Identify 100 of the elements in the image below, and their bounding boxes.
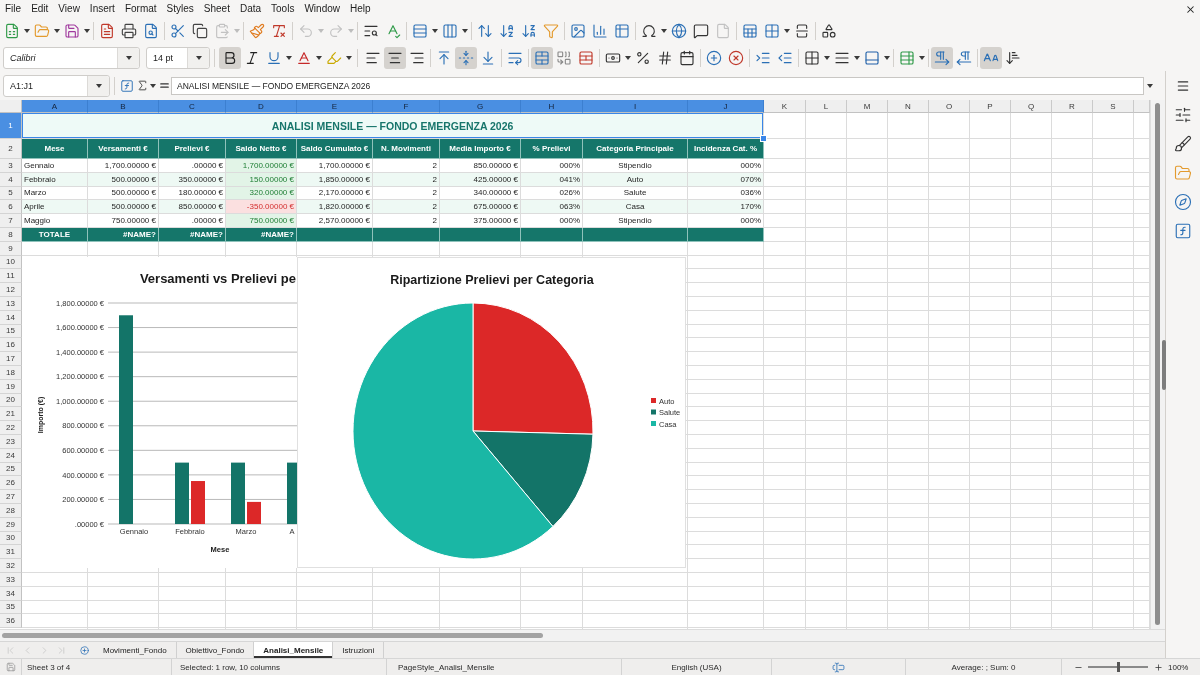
row-header[interactable]: 2 xyxy=(0,139,22,159)
row-header[interactable]: 31 xyxy=(0,545,22,560)
menu-item[interactable]: Tools xyxy=(266,1,300,17)
menu-item[interactable]: View xyxy=(53,1,85,17)
font-size-combobox[interactable]: 14 pt xyxy=(146,46,210,69)
row-header[interactable]: 7 xyxy=(0,214,22,228)
row-header[interactable]: 26 xyxy=(0,476,22,491)
column-header[interactable]: E xyxy=(297,100,373,113)
caret-down-icon xyxy=(286,55,292,60)
sidebar-grip[interactable] xyxy=(1162,340,1166,390)
caret-down-icon xyxy=(854,55,860,60)
calendar-icon xyxy=(679,49,695,66)
x-circle-icon xyxy=(728,49,744,66)
table-cell: -350.00000 € xyxy=(226,200,297,215)
merge-cells-icon xyxy=(534,49,550,66)
status-text: PageStyle_Analisi_Mensile xyxy=(398,662,495,672)
caret-down-icon xyxy=(316,55,322,60)
row-header[interactable]: 27 xyxy=(0,490,22,504)
status-text: English (USA) xyxy=(671,662,722,672)
menu-item[interactable]: File xyxy=(0,1,27,17)
dropdown-button[interactable] xyxy=(187,47,209,68)
table-cell: 675.00000 € xyxy=(440,200,521,215)
row-header[interactable]: 21 xyxy=(0,407,22,422)
column-header[interactable]: G xyxy=(440,100,521,113)
caret-down-icon xyxy=(84,29,90,33)
menu-item[interactable]: Format xyxy=(119,1,162,17)
brush-icon[interactable] xyxy=(1174,135,1192,153)
column-header[interactable]: P xyxy=(970,100,1011,113)
column-header[interactable]: Q xyxy=(1011,100,1052,113)
function-icon[interactable] xyxy=(120,78,134,93)
row-header[interactable]: 36 xyxy=(0,614,22,629)
row-header[interactable]: 11 xyxy=(0,269,22,284)
column-header[interactable]: N xyxy=(888,100,929,113)
column-header[interactable]: C xyxy=(159,100,226,113)
menu-icon[interactable] xyxy=(1176,78,1190,93)
menu-item[interactable]: Window xyxy=(299,1,345,17)
left-to-right-button[interactable] xyxy=(931,46,953,69)
caret-down-icon xyxy=(661,29,667,33)
caret-down-icon xyxy=(919,55,925,60)
percent-icon xyxy=(635,49,651,66)
column-header[interactable]: B xyxy=(88,100,159,113)
compass-icon[interactable] xyxy=(1174,193,1192,211)
menu-item[interactable]: Styles xyxy=(161,1,199,17)
menu-item[interactable]: Sheet xyxy=(198,1,235,17)
menu-item[interactable]: Help xyxy=(345,1,376,17)
merge-center-button[interactable] xyxy=(531,46,553,69)
column-header[interactable]: I xyxy=(583,100,688,113)
column-header[interactable]: L xyxy=(806,100,847,113)
zoom-percent: 100% xyxy=(1168,662,1189,672)
sheet-tab[interactable]: Analisi_Mensile xyxy=(254,642,334,658)
scrollbar-thumb[interactable] xyxy=(1155,103,1160,625)
row-header[interactable]: 3 xyxy=(0,159,22,173)
close-icon[interactable] xyxy=(1185,3,1196,15)
scrollbar-thumb[interactable] xyxy=(2,633,543,638)
row-header[interactable]: 16 xyxy=(0,338,22,353)
row-header[interactable]: 6 xyxy=(0,200,22,215)
column-header[interactable]: A xyxy=(22,100,88,113)
column-header[interactable]: H xyxy=(521,100,583,113)
column-header[interactable]: J xyxy=(688,100,764,113)
align-middle-button[interactable] xyxy=(455,46,477,69)
header-cell: Saldo Cumulato € xyxy=(297,139,373,159)
text-cursor-icon[interactable] xyxy=(832,660,845,674)
column-header[interactable]: O xyxy=(929,100,970,113)
column-header[interactable]: R xyxy=(1052,100,1093,113)
chart-title: Ripartizione Prelievi per Categoria xyxy=(390,273,594,287)
table-cell: 2 xyxy=(373,200,440,215)
row-header[interactable]: 22 xyxy=(0,421,22,435)
status-text: Sheet 3 of 4 xyxy=(27,662,71,672)
bold-button[interactable] xyxy=(219,46,241,69)
text-orientation-button[interactable] xyxy=(980,46,1002,69)
sliders-icon[interactable] xyxy=(1174,106,1192,124)
slider-thumb[interactable] xyxy=(1117,662,1120,672)
dropdown-button[interactable] xyxy=(117,47,139,68)
fill-handle[interactable] xyxy=(760,135,767,142)
name-box[interactable]: A1:J1 xyxy=(3,74,110,97)
row-header[interactable]: 17 xyxy=(0,352,22,366)
column-header[interactable]: D xyxy=(226,100,297,113)
header-cell: Prelievi € xyxy=(159,139,226,159)
column-header[interactable]: M xyxy=(847,100,888,113)
align-bottom-icon xyxy=(480,49,496,66)
caret-down-icon xyxy=(784,29,790,33)
function-icon[interactable] xyxy=(1174,222,1192,240)
font-name-combobox[interactable]: Calibri xyxy=(3,46,140,69)
combine-icon xyxy=(556,49,572,66)
row-header[interactable]: 32 xyxy=(0,559,22,573)
align-top-icon xyxy=(436,49,452,66)
formula-input[interactable]: ANALISI MENSILE — FONDO EMERGENZA 2026 xyxy=(171,76,1144,95)
row-header[interactable]: 12 xyxy=(0,283,22,297)
menu-item[interactable]: Insert xyxy=(84,1,120,17)
column-header[interactable]: S xyxy=(1093,100,1134,113)
align-center-button[interactable] xyxy=(384,46,406,69)
column-header[interactable]: K xyxy=(764,100,806,113)
font-color-icon xyxy=(296,49,312,66)
column-header[interactable]: F xyxy=(373,100,440,113)
table-cell: 063% xyxy=(521,200,583,215)
menu-item[interactable]: Data xyxy=(234,1,267,17)
menu-item[interactable]: Edit xyxy=(26,1,54,17)
caret-down-icon xyxy=(234,29,240,33)
dropdown-button[interactable] xyxy=(87,75,109,96)
caret-down-icon xyxy=(54,29,60,33)
